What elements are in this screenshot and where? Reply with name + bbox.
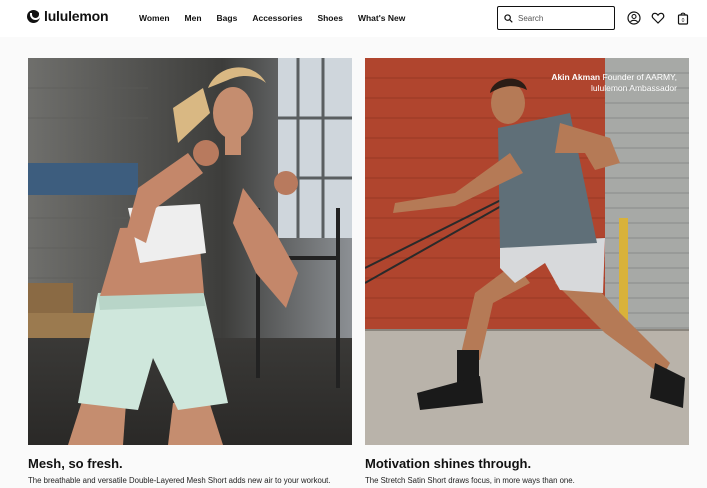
search-input[interactable]	[518, 13, 608, 23]
card-description: The Stretch Satin Short draws focus, in …	[365, 476, 575, 485]
bag-count: 0	[682, 18, 685, 24]
heart-icon[interactable]	[651, 11, 665, 25]
ambassador-caption: Akin Akman Founder of AARMY, lululemon A…	[551, 72, 677, 94]
caption-line2: lululemon Ambassador	[591, 83, 677, 93]
photo-woman-boxing	[28, 58, 352, 445]
logo-text: lululemon	[44, 8, 109, 24]
nav-shoes[interactable]: Shoes	[317, 13, 343, 23]
nav-women[interactable]: Women	[139, 13, 170, 23]
lululemon-logo[interactable]: lululemon	[27, 8, 109, 24]
caption-name: Akin Akman	[551, 72, 601, 82]
search-icon	[504, 13, 513, 23]
card-title[interactable]: Mesh, so fresh.	[28, 456, 123, 471]
promo-image-ambassador[interactable]: Akin Akman Founder of AARMY, lululemon A…	[365, 58, 689, 445]
search-box[interactable]	[497, 6, 615, 30]
promo-card-mesh-short[interactable]: Mesh, so fresh. The breathable and versa…	[28, 58, 352, 485]
nav-bags[interactable]: Bags	[217, 13, 238, 23]
caption-role: Founder of AARMY,	[602, 72, 678, 82]
card-description: The breathable and versatile Double-Laye…	[28, 476, 331, 485]
logo-icon	[27, 9, 41, 23]
nav-whats-new[interactable]: What's New	[358, 13, 405, 23]
shopping-bag-icon[interactable]: 0	[676, 11, 690, 25]
nav-men[interactable]: Men	[185, 13, 202, 23]
account-icon[interactable]	[627, 11, 641, 25]
nav-accessories[interactable]: Accessories	[252, 13, 302, 23]
site-header: lululemon Women Men Bags Accessories Sho…	[0, 0, 707, 37]
card-title[interactable]: Motivation shines through.	[365, 456, 531, 471]
main-nav: Women Men Bags Accessories Shoes What's …	[139, 13, 420, 23]
photo-man-resistance-band	[365, 58, 689, 445]
promo-image-boxing-athlete[interactable]	[28, 58, 352, 445]
promo-card-satin-short[interactable]: Akin Akman Founder of AARMY, lululemon A…	[365, 58, 689, 485]
